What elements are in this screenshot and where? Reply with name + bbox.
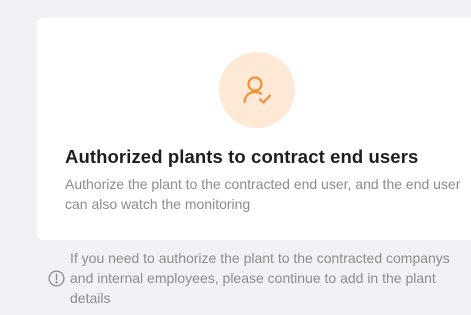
info-circle-icon [46, 268, 66, 288]
user-check-icon [219, 52, 295, 128]
card-title: Authorized plants to contract end users [65, 146, 419, 167]
authorize-end-users-card[interactable]: Authorized plants to contract end users … [37, 18, 471, 240]
info-tip-text: If you need to authorize the plant to th… [70, 250, 450, 306]
card-description: Authorize the plant to the contracted en… [65, 176, 461, 212]
info-tip: If you need to authorize the plant to th… [46, 248, 471, 308]
